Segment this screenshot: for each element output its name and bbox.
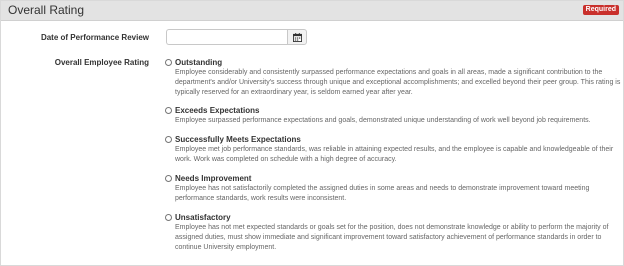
required-badge: Required <box>582 5 619 15</box>
rating-option-outstanding[interactable]: Outstanding Employee considerably and co… <box>165 58 620 98</box>
radio-outstanding[interactable] <box>165 59 172 66</box>
option-description: Employee met job performance standards, … <box>175 146 614 163</box>
rating-option-unsatisfactory[interactable]: Unsatisfactory Employee has not met expe… <box>165 213 620 253</box>
radio-unsatisfactory[interactable] <box>165 214 172 221</box>
option-description: Employee has not met expected standards … <box>175 224 609 251</box>
radio-exceeds[interactable] <box>165 107 172 114</box>
rating-option-exceeds[interactable]: Exceeds Expectations Employee surpassed … <box>165 106 620 126</box>
radio-needs-improvement[interactable] <box>165 175 172 182</box>
rating-option-needs-improvement[interactable]: Needs Improvement Employee has not satis… <box>165 174 620 204</box>
option-title: Exceeds Expectations <box>175 106 260 115</box>
rating-label: Overall Employee Rating <box>54 58 149 67</box>
option-title: Needs Improvement <box>175 174 252 183</box>
rating-option-meets[interactable]: Successfully Meets Expectations Employee… <box>165 135 620 165</box>
radio-meets[interactable] <box>165 136 172 143</box>
calendar-icon <box>292 32 302 42</box>
panel-title: Overall Rating <box>8 3 85 17</box>
panel-header: Overall Rating Required <box>1 1 623 21</box>
option-description: Employee considerably and consistently s… <box>175 69 621 96</box>
date-input[interactable] <box>166 29 287 45</box>
date-label: Date of Performance Review <box>40 33 149 42</box>
option-description: Employee has not satisfactorily complete… <box>175 185 590 202</box>
overall-rating-panel: Overall Rating Required Date of Performa… <box>0 0 624 266</box>
option-title: Unsatisfactory <box>175 213 231 222</box>
option-description: Employee surpassed performance expectati… <box>175 117 591 124</box>
option-title: Successfully Meets Expectations <box>175 135 301 144</box>
option-title: Outstanding <box>175 58 223 67</box>
calendar-button[interactable] <box>287 29 307 45</box>
